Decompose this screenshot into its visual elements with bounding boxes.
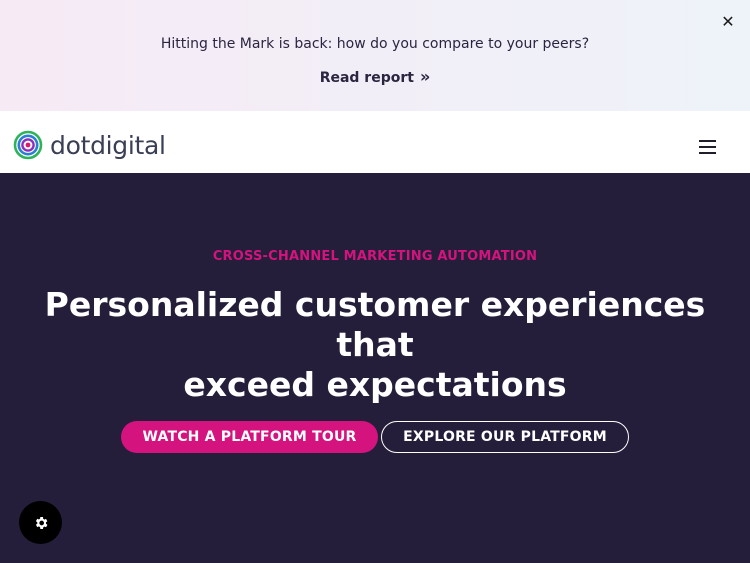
watch-platform-tour-button[interactable]: WATCH A PLATFORM TOUR [121,421,378,453]
menu-button[interactable] [699,140,716,154]
hero-headline: Personalized customer experiences that e… [30,285,720,405]
read-report-link[interactable]: Read report » [0,67,750,86]
hero-eyebrow: CROSS-CHANNEL MARKETING AUTOMATION [212,249,538,264]
hamburger-icon [699,140,716,154]
site-header: dotdigital [0,111,750,173]
announcement-banner: Hitting the Mark is back: how do you com… [0,0,750,111]
double-chevron-right-icon: » [419,67,431,86]
hero-section: CROSS-CHANNEL MARKETING AUTOMATION Perso… [0,173,750,563]
brand-name: dotdigital [50,130,166,160]
cookie-settings-button[interactable] [19,501,62,544]
gear-icon [35,516,47,529]
banner-text: Hitting the Mark is back: how do you com… [160,36,590,52]
headline-line-2: exceed expectations [183,365,567,404]
close-banner-button[interactable]: ✕ [718,11,738,31]
headline-line-1: Personalized customer experiences that [44,285,706,364]
dotdigital-logo[interactable]: dotdigital [13,130,166,160]
logo-mark-icon [13,130,43,160]
explore-platform-button[interactable]: EXPLORE OUR PLATFORM [381,421,629,453]
read-report-label: Read report [319,70,414,86]
close-icon: ✕ [721,11,735,31]
